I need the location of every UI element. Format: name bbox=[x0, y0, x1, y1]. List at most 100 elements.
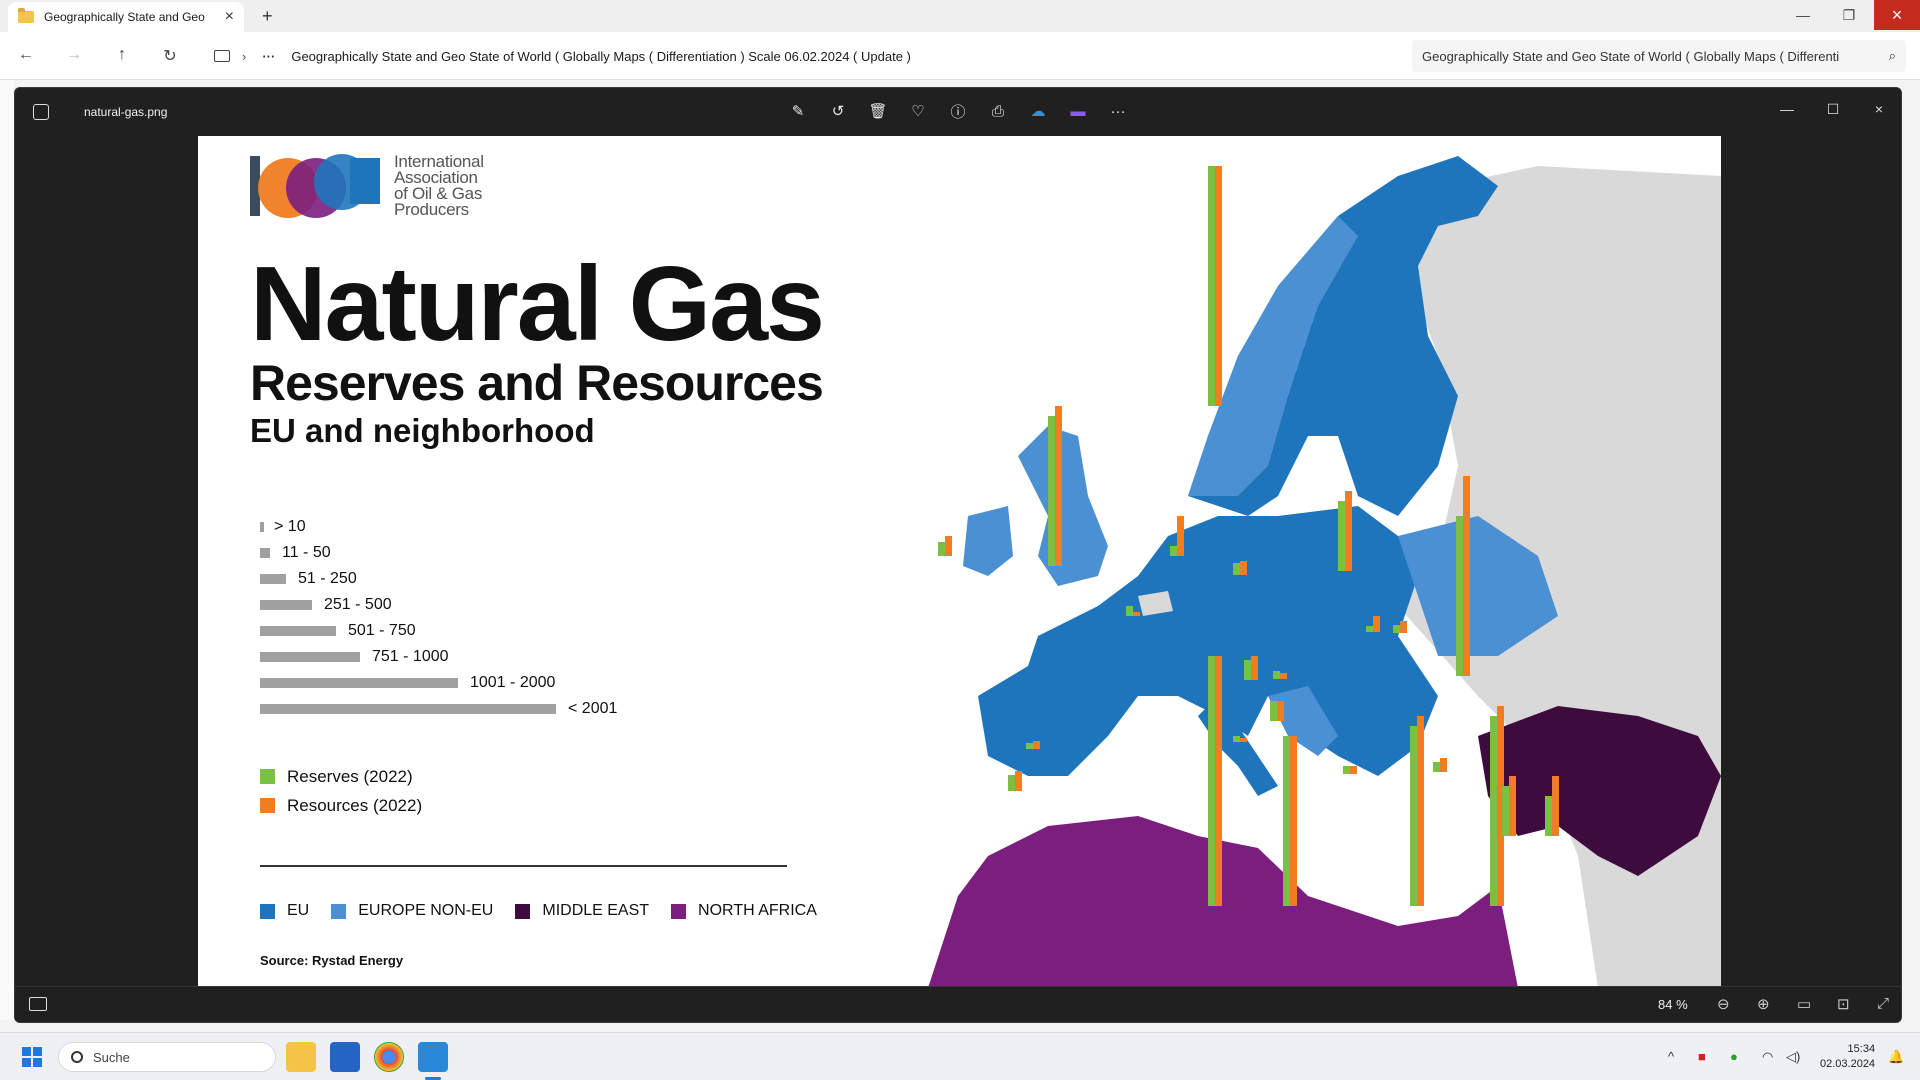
photos-close-button[interactable]: × bbox=[1859, 96, 1899, 122]
chrome-icon[interactable] bbox=[374, 1042, 404, 1072]
resources-bar bbox=[1240, 738, 1247, 742]
reserves-bar bbox=[1410, 726, 1417, 906]
clock[interactable]: 15:34 02.03.2024 bbox=[1820, 1042, 1875, 1072]
region-legend-item: MIDDLE EAST bbox=[515, 902, 649, 920]
kind-legend-item: Resources (2022) bbox=[260, 791, 422, 820]
minimize-button[interactable]: — bbox=[1780, 0, 1826, 30]
onedrive-icon[interactable]: ☁ bbox=[1025, 98, 1051, 124]
source-note: Source: Rystad Energy bbox=[260, 953, 404, 968]
reserves-bar bbox=[1545, 796, 1552, 836]
refresh-icon[interactable]: ↻ bbox=[160, 46, 180, 66]
zoom-in-icon[interactable]: ⊕ bbox=[1757, 995, 1770, 1013]
zoom-out-icon[interactable]: ⊖ bbox=[1717, 995, 1730, 1013]
clipchamp-icon[interactable]: ▬ bbox=[1065, 98, 1091, 124]
up-icon[interactable]: ↑ bbox=[112, 46, 132, 64]
folder-icon bbox=[18, 8, 34, 23]
chevron-up-icon[interactable]: ^ bbox=[1668, 1049, 1674, 1064]
reserves-swatch bbox=[260, 769, 275, 784]
fullscreen-icon[interactable]: ⤢ bbox=[1877, 995, 1889, 1012]
resources-bar bbox=[1280, 673, 1287, 679]
edit-icon[interactable]: ✎ bbox=[785, 98, 811, 124]
file-name: natural-gas.png bbox=[84, 105, 168, 119]
info-icon[interactable]: ⓘ bbox=[945, 98, 971, 124]
size-legend-row: 1001 - 2000 bbox=[260, 674, 555, 691]
resources-bar bbox=[1350, 766, 1357, 774]
close-button[interactable]: × bbox=[1874, 0, 1920, 30]
size-legend-row: > 10 bbox=[260, 518, 306, 535]
zoom-level: 84 % bbox=[1658, 997, 1688, 1012]
rotate-icon[interactable]: ↺ bbox=[825, 98, 851, 124]
resources-bar bbox=[1015, 771, 1022, 791]
taskbar-search[interactable]: Suche bbox=[58, 1042, 276, 1072]
region-legend: EU EUROPE NON-EU MIDDLE EAST NORTH AFRIC… bbox=[260, 902, 839, 920]
search-icon bbox=[71, 1051, 83, 1063]
fit-icon[interactable]: ▭ bbox=[1797, 995, 1811, 1013]
actual-size-icon[interactable]: ⊡ bbox=[1837, 995, 1850, 1013]
north-africa-region bbox=[928, 816, 1518, 988]
reserves-bar bbox=[1244, 660, 1251, 680]
photos-app-icon bbox=[33, 104, 49, 120]
logo-text: International Association of Oil & Gas P… bbox=[394, 152, 484, 219]
address-field[interactable]: › ··· Geographically State and Geo State… bbox=[206, 38, 1402, 74]
resources-swatch bbox=[260, 798, 275, 813]
file-explorer-icon[interactable] bbox=[286, 1042, 316, 1072]
start-icon[interactable] bbox=[22, 1047, 42, 1067]
size-legend-row: < 2001 bbox=[260, 700, 617, 717]
more-icon[interactable]: ··· bbox=[262, 49, 275, 64]
legend-divider bbox=[260, 865, 787, 867]
reserves-bar bbox=[1338, 501, 1345, 571]
region-legend-item: NORTH AFRICA bbox=[671, 902, 817, 920]
new-tab-button[interactable]: + bbox=[262, 6, 273, 27]
resources-bar bbox=[1215, 656, 1222, 906]
reserves-bar bbox=[1490, 716, 1497, 906]
notification-icon[interactable]: 🔔 bbox=[1888, 1049, 1904, 1065]
resources-bar bbox=[1177, 516, 1184, 556]
resources-bar bbox=[1215, 166, 1222, 406]
search-text: Geographically State and Geo State of Wo… bbox=[1422, 48, 1840, 64]
delete-icon[interactable]: 🗑 bbox=[865, 98, 891, 124]
back-icon[interactable]: ← bbox=[16, 46, 36, 64]
forward-icon[interactable]: → bbox=[64, 46, 84, 64]
more-options-icon[interactable]: ··· bbox=[1105, 98, 1131, 124]
reserves-bar bbox=[1283, 736, 1290, 906]
photos-toolbar: ✎ ↺ 🗑 ♡ ⓘ ⎙ ☁ ▬ ··· bbox=[785, 98, 1131, 124]
browser-tab[interactable]: Geographically State and Geo × bbox=[8, 2, 244, 32]
ireland-region bbox=[963, 506, 1013, 576]
tab-strip: Geographically State and Geo × + — ❐ × bbox=[0, 0, 1920, 32]
reserves-bar bbox=[1343, 766, 1350, 774]
acrobat-icon[interactable]: ■ bbox=[1698, 1049, 1706, 1064]
store-icon[interactable] bbox=[330, 1042, 360, 1072]
size-legend-row: 501 - 750 bbox=[260, 622, 416, 639]
resources-bar bbox=[1552, 776, 1559, 836]
search-input[interactable]: Geographically State and Geo State of Wo… bbox=[1412, 40, 1906, 72]
resources-bar bbox=[1251, 656, 1258, 680]
photos-taskbar-icon[interactable] bbox=[418, 1042, 448, 1072]
photos-maximize-button[interactable]: ☐ bbox=[1813, 96, 1853, 122]
infographic-subtitle-2: EU and neighborhood bbox=[250, 412, 595, 449]
reserves-bar bbox=[1008, 775, 1015, 791]
tab-close-icon[interactable]: × bbox=[225, 8, 234, 26]
print-icon[interactable]: ⎙ bbox=[985, 98, 1011, 124]
wifi-icon[interactable]: ◠ bbox=[1762, 1049, 1773, 1065]
resources-bar bbox=[1400, 621, 1407, 633]
favorite-icon[interactable]: ♡ bbox=[905, 98, 931, 124]
region-legend-item: EUROPE NON-EU bbox=[331, 902, 493, 920]
reserves-bar bbox=[1393, 625, 1400, 633]
iogp-logo bbox=[250, 154, 380, 218]
address-text: Geographically State and Geo State of Wo… bbox=[291, 48, 911, 64]
photos-bottombar: 84 % ⊖ ⊕ ▭ ⊡ ⤢ bbox=[15, 986, 1901, 1022]
resources-bar bbox=[1417, 716, 1424, 906]
reserves-bar bbox=[1126, 606, 1133, 616]
photos-minimize-button[interactable]: — bbox=[1767, 96, 1807, 122]
photos-window: natural-gas.png ✎ ↺ 🗑 ♡ ⓘ ⎙ ☁ ▬ ··· — ☐ … bbox=[14, 87, 1902, 1023]
security-icon[interactable]: ● bbox=[1730, 1049, 1738, 1064]
resources-bar bbox=[1240, 561, 1247, 575]
volume-icon[interactable]: ◁) bbox=[1786, 1049, 1800, 1065]
photos-titlebar: natural-gas.png ✎ ↺ 🗑 ♡ ⓘ ⎙ ☁ ▬ ··· — ☐ … bbox=[15, 88, 1901, 136]
filmstrip-icon[interactable] bbox=[29, 997, 47, 1011]
reserves-bar bbox=[1208, 656, 1215, 906]
reserves-bar bbox=[1273, 671, 1280, 679]
restore-button[interactable]: ❐ bbox=[1826, 0, 1872, 30]
reserves-bar bbox=[1170, 546, 1177, 556]
europe-map bbox=[928, 156, 1721, 988]
